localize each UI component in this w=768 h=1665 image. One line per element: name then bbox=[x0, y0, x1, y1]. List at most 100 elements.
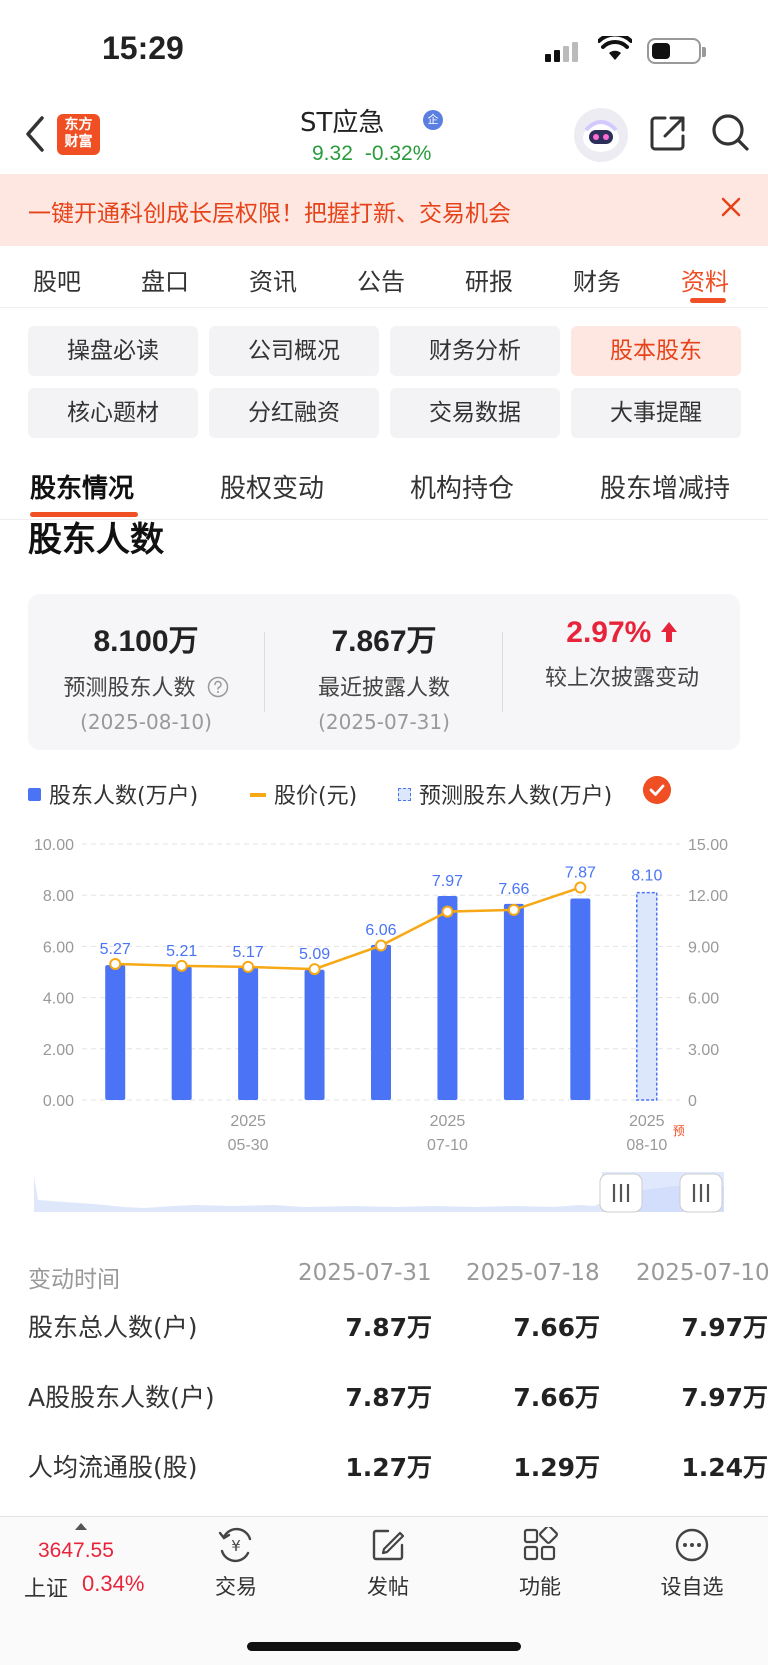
app-logo: 东方 财富 bbox=[57, 114, 100, 155]
bar-value-label: 7.87 bbox=[565, 865, 596, 882]
chart-legend: 股东人数(万户) 股价(元) 预测股东人数(万户) bbox=[28, 776, 748, 810]
grid-btn-company-overview[interactable]: 公司概况 bbox=[209, 326, 379, 376]
battery-icon bbox=[647, 38, 706, 64]
stat-change-value-text: 2.97% bbox=[566, 616, 652, 649]
grid-btn-core-themes[interactable]: 核心题材 bbox=[28, 388, 198, 438]
price-point bbox=[242, 960, 255, 973]
grid-btn-dividends[interactable]: 分红融资 bbox=[209, 388, 379, 438]
index-value[interactable]: 3647.55 bbox=[38, 1539, 114, 1563]
y-right-tick-label: 15.00 bbox=[688, 837, 728, 854]
subtab-institution-holdings[interactable]: 机构持仓 bbox=[410, 468, 514, 505]
price-point bbox=[507, 903, 520, 916]
grid-btn-trading-guide[interactable]: 操盘必读 bbox=[28, 326, 198, 376]
stat-change-value: 2.97% bbox=[504, 616, 740, 650]
row-label: A股股东人数(户) bbox=[28, 1383, 215, 1412]
index-change[interactable]: 0.34% bbox=[82, 1571, 144, 1597]
table-header-row: 变动时间 2025-07-31 2025-07-18 2025-07-10 bbox=[0, 1260, 768, 1300]
bottom-post-button[interactable]: 发帖 bbox=[338, 1527, 438, 1601]
legend-price-label: 股价(元) bbox=[274, 784, 358, 809]
bottom-trade-label: 交易 bbox=[215, 1575, 257, 1599]
bar-value-label: 5.17 bbox=[233, 944, 264, 961]
bottom-trade-button[interactable]: ¥ 交易 bbox=[186, 1527, 286, 1601]
logo-text-bottom: 财富 bbox=[64, 134, 93, 150]
wifi-icon bbox=[598, 36, 632, 60]
bar-holders bbox=[570, 898, 591, 1100]
grid-btn-trading-data[interactable]: 交易数据 bbox=[390, 388, 560, 438]
current-price: 9.32 bbox=[312, 142, 353, 165]
y-right-tick-label: 12.00 bbox=[688, 888, 728, 905]
x-tick-suffix: 预 bbox=[673, 1124, 685, 1138]
y-left-tick-label: 8.00 bbox=[43, 888, 74, 905]
dashed-swatch-icon bbox=[398, 788, 411, 801]
help-icon[interactable] bbox=[207, 676, 229, 698]
tab-research[interactable]: 研报 bbox=[465, 262, 513, 297]
active-tab-indicator bbox=[690, 298, 726, 303]
row-value: 7.66万 bbox=[513, 1313, 600, 1342]
stat-forecast-date: (2025-08-10) bbox=[80, 710, 212, 734]
price-point bbox=[375, 939, 387, 952]
index-name[interactable]: 上证 bbox=[24, 1571, 68, 1603]
bottom-post-label: 发帖 bbox=[367, 1575, 409, 1599]
tab-news[interactable]: 资讯 bbox=[249, 262, 297, 297]
x-tick-year: 2025 bbox=[629, 1113, 665, 1130]
bar-holders bbox=[105, 965, 126, 1100]
price-point bbox=[574, 881, 587, 894]
legend-holders[interactable]: 股东人数(万户) bbox=[28, 778, 198, 810]
subtab-equity-change[interactable]: 股权变动 bbox=[220, 468, 324, 505]
bar-value-label: 6.06 bbox=[365, 922, 396, 939]
bar-value-label: 7.66 bbox=[498, 881, 529, 898]
row-value: 1.24万 bbox=[681, 1453, 768, 1482]
table-row: A股股东人数(户) 7.87万 7.66万 7.97万 bbox=[0, 1378, 768, 1418]
row-value: 1.27万 bbox=[345, 1453, 432, 1482]
grid-btn-financial-analysis[interactable]: 财务分析 bbox=[390, 326, 560, 376]
row-value: 7.87万 bbox=[345, 1313, 432, 1342]
bar-holders bbox=[304, 969, 325, 1100]
subtab-shareholder-status[interactable]: 股东情况 bbox=[30, 468, 134, 505]
tab-guba[interactable]: 股吧 bbox=[33, 262, 81, 297]
subtab-holding-changes[interactable]: 股东增减持 bbox=[600, 468, 730, 505]
tab-profile[interactable]: 资料 bbox=[681, 262, 729, 297]
row-label: 股东总人数(户) bbox=[28, 1313, 198, 1342]
range-slider[interactable] bbox=[34, 1172, 724, 1218]
slider-handle-left[interactable] bbox=[599, 1173, 643, 1213]
grid-btn-events[interactable]: 大事提醒 bbox=[571, 388, 741, 438]
divider bbox=[502, 632, 503, 712]
bar-value-label: 5.21 bbox=[166, 943, 197, 960]
y-left-tick-label: 4.00 bbox=[43, 991, 74, 1008]
tab-announcements[interactable]: 公告 bbox=[357, 262, 405, 297]
bar-value-label: 5.27 bbox=[100, 941, 131, 958]
promo-banner[interactable]: 一键开通科创成长层权限！把握打新、交易机会 bbox=[0, 174, 768, 246]
stat-change-label: 较上次披露变动 bbox=[544, 666, 699, 691]
price-point bbox=[175, 959, 188, 972]
grid-icon bbox=[523, 1525, 558, 1561]
bottom-features-button[interactable]: 功能 bbox=[490, 1525, 590, 1601]
tab-finance[interactable]: 财务 bbox=[573, 262, 621, 297]
bar-holders bbox=[238, 967, 259, 1100]
x-tick-date: 08-10 bbox=[626, 1137, 667, 1154]
price-line: 9.32 -0.32% bbox=[312, 142, 443, 166]
y-right-tick-label: 0 bbox=[688, 1093, 697, 1110]
row-value: 7.97万 bbox=[681, 1383, 768, 1412]
legend-forecast[interactable]: 预测股东人数(万户) bbox=[398, 778, 612, 810]
x-tick-year: 2025 bbox=[430, 1113, 466, 1130]
table-row: 股东总人数(户) 7.87万 7.66万 7.97万 bbox=[0, 1308, 768, 1348]
robot-assistant-avatar[interactable] bbox=[574, 108, 628, 162]
y-left-tick-label: 0.00 bbox=[43, 1093, 74, 1110]
grid-btn-shareholders[interactable]: 股本股东 bbox=[571, 326, 741, 376]
bottom-watchlist-button[interactable]: 设自选 bbox=[642, 1527, 742, 1601]
search-icon[interactable] bbox=[710, 112, 750, 152]
checkmark-icon[interactable] bbox=[643, 776, 671, 804]
close-icon[interactable] bbox=[720, 196, 742, 218]
y-left-tick-label: 2.00 bbox=[43, 1042, 74, 1059]
slider-handle-right[interactable] bbox=[679, 1173, 723, 1213]
share-icon[interactable] bbox=[649, 114, 687, 152]
back-arrow-icon[interactable] bbox=[24, 114, 46, 154]
stat-forecast-value: 8.100万 bbox=[93, 625, 199, 658]
table-header-label: 变动时间 bbox=[28, 1267, 120, 1293]
legend-price[interactable]: 股价(元) bbox=[250, 778, 357, 810]
tab-pankou[interactable]: 盘口 bbox=[141, 262, 189, 297]
bar-swatch-icon bbox=[28, 788, 41, 801]
home-indicator bbox=[247, 1642, 521, 1651]
status-bar: 15:29 bbox=[0, 0, 768, 100]
stat-latest-value: 7.867万 bbox=[331, 625, 437, 658]
